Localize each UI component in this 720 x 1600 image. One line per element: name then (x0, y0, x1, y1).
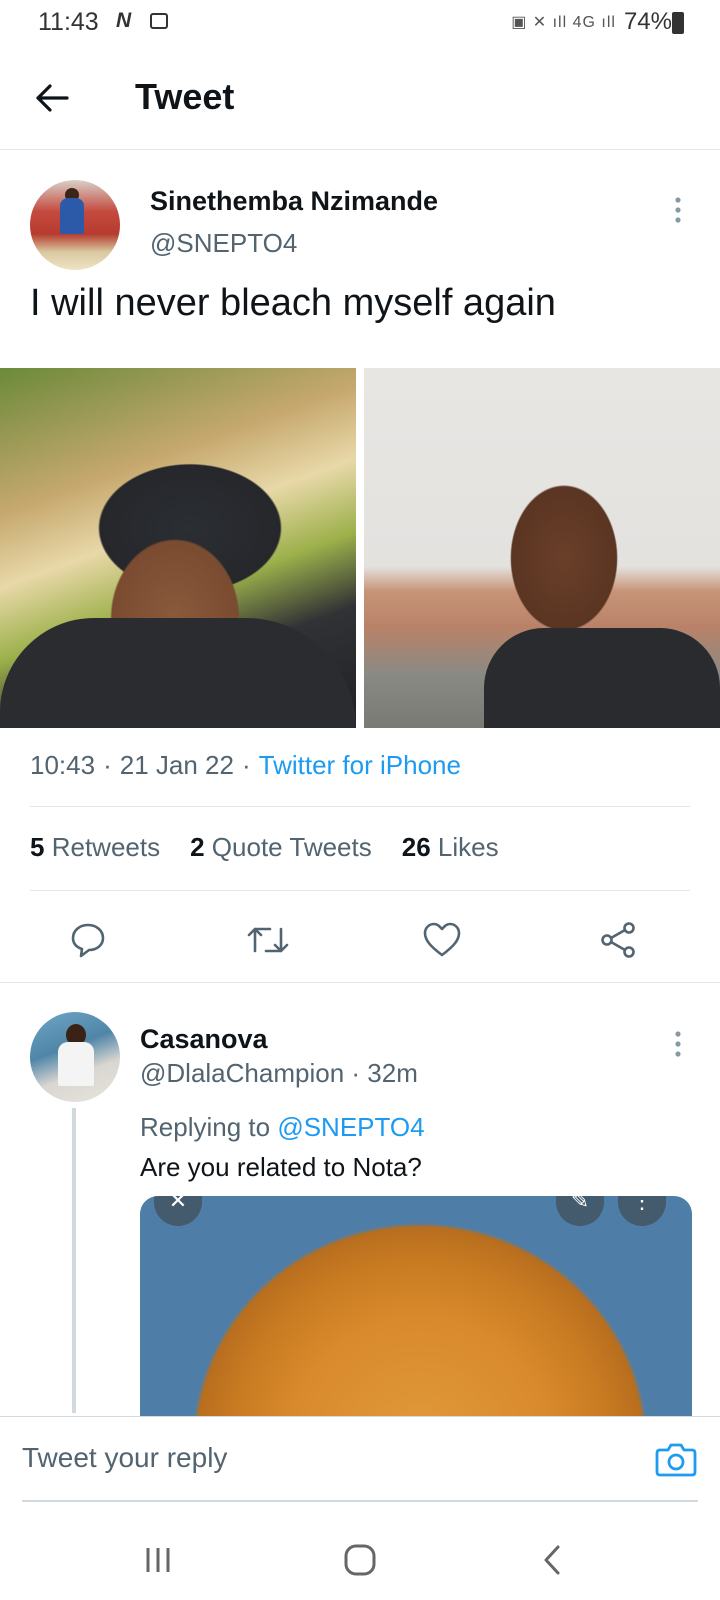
retweets-stat[interactable]: 5 Retweets (30, 832, 160, 863)
message-notification-icon (150, 13, 168, 29)
reply-age: 32m (367, 1058, 418, 1088)
tweet-stats: 5 Retweets 2 Quote Tweets 26 Likes (30, 832, 499, 863)
reply-author-avatar[interactable] (30, 1012, 120, 1102)
tweet-time: 10:43 (30, 750, 96, 780)
author-avatar[interactable] (30, 180, 120, 270)
reply-image[interactable]: ✕ ✎ ⋮ (140, 1196, 692, 1416)
camera-button[interactable] (654, 1437, 698, 1481)
status-time: 11:43 (38, 8, 99, 36)
reply-input[interactable] (22, 1433, 622, 1483)
signal-icons: ▣ ✕ ıll 4G ıll (511, 14, 616, 31)
reply-author-meta: @DlalaChampion · 32m (140, 1058, 418, 1089)
reply-icon (71, 923, 105, 958)
tweet-source-link[interactable]: Twitter for iPhone (259, 750, 461, 781)
battery-icon (672, 12, 684, 34)
close-icon[interactable]: ✕ (154, 1196, 202, 1226)
reply-author-name[interactable]: Casanova (140, 1024, 268, 1055)
quotes-count: 2 (190, 832, 205, 862)
camera-icon (655, 1443, 697, 1477)
recent-apps-icon (146, 1548, 170, 1572)
share-button[interactable] (592, 914, 644, 966)
heart-icon (423, 922, 461, 957)
thread-line (72, 1108, 76, 1413)
replying-to-link[interactable]: @SNEPTO4 (277, 1112, 424, 1142)
more-vertical-icon (675, 197, 681, 223)
replying-prefix: Replying to (140, 1112, 271, 1142)
likes-label: Likes (437, 832, 499, 862)
retweet-icon (247, 927, 289, 953)
reply-text: Are you related to Nota? (140, 1152, 422, 1182)
meta-separator: · (103, 750, 112, 780)
more-vertical-icon (675, 1031, 681, 1057)
more-vertical-icon[interactable]: ⋮ (618, 1196, 666, 1226)
reply-author-handle[interactable]: @DlalaChampion (140, 1058, 344, 1088)
status-right: ▣ ✕ ıll 4G ıll 74% (511, 8, 672, 36)
meta-separator: · (351, 1058, 361, 1088)
compose-underline (22, 1500, 698, 1502)
author-handle[interactable]: @SNEPTO4 (150, 228, 297, 259)
tweet-photo-1[interactable] (0, 368, 356, 728)
quote-tweets-stat[interactable]: 2 Quote Tweets (190, 832, 372, 863)
author-name[interactable]: Sinethemba Nzimande (150, 186, 438, 217)
system-nav-bar (0, 1520, 720, 1600)
divider (30, 806, 690, 807)
tweet-text: I will never bleach myself again (30, 282, 556, 324)
more-options-button[interactable] (666, 196, 690, 224)
home-button[interactable] (330, 1534, 390, 1586)
top-bar: Tweet (0, 48, 720, 150)
notification-n-icon: N (116, 9, 132, 32)
like-button[interactable] (416, 914, 468, 966)
tweet-actions (0, 900, 720, 980)
reply-more-options-button[interactable] (666, 1030, 690, 1058)
back-button[interactable] (24, 72, 80, 124)
chevron-left-icon (544, 1545, 560, 1575)
reply-button[interactable] (62, 914, 114, 966)
recent-apps-button[interactable] (128, 1534, 188, 1586)
page-title: Tweet (135, 76, 235, 117)
tweet-photo-2[interactable] (364, 368, 720, 728)
battery-percent: 74% (623, 8, 672, 35)
replying-to: Replying to @SNEPTO4 (140, 1112, 425, 1143)
share-icon (601, 922, 635, 958)
quotes-label: Quote Tweets (211, 832, 372, 862)
compose-bar (0, 1416, 720, 1506)
meta-separator: · (241, 750, 251, 780)
section-divider (0, 982, 720, 983)
edit-icon[interactable]: ✎ (556, 1196, 604, 1226)
retweets-count: 5 (30, 832, 45, 862)
tweet-date: 21 Jan 22 (119, 750, 234, 780)
retweet-button[interactable] (242, 914, 294, 966)
divider (30, 890, 690, 891)
tweet-meta: 10:43 · 21 Jan 22 · Twitter for iPhone (30, 750, 461, 781)
home-icon (344, 1544, 376, 1576)
status-bar: 11:43 N ▣ ✕ ıll 4G ıll 74% (0, 0, 720, 48)
likes-stat[interactable]: 26 Likes (402, 832, 499, 863)
system-back-button[interactable] (522, 1534, 582, 1586)
back-arrow-icon (36, 84, 69, 112)
likes-count: 26 (401, 832, 431, 862)
retweets-label: Retweets (51, 832, 161, 862)
